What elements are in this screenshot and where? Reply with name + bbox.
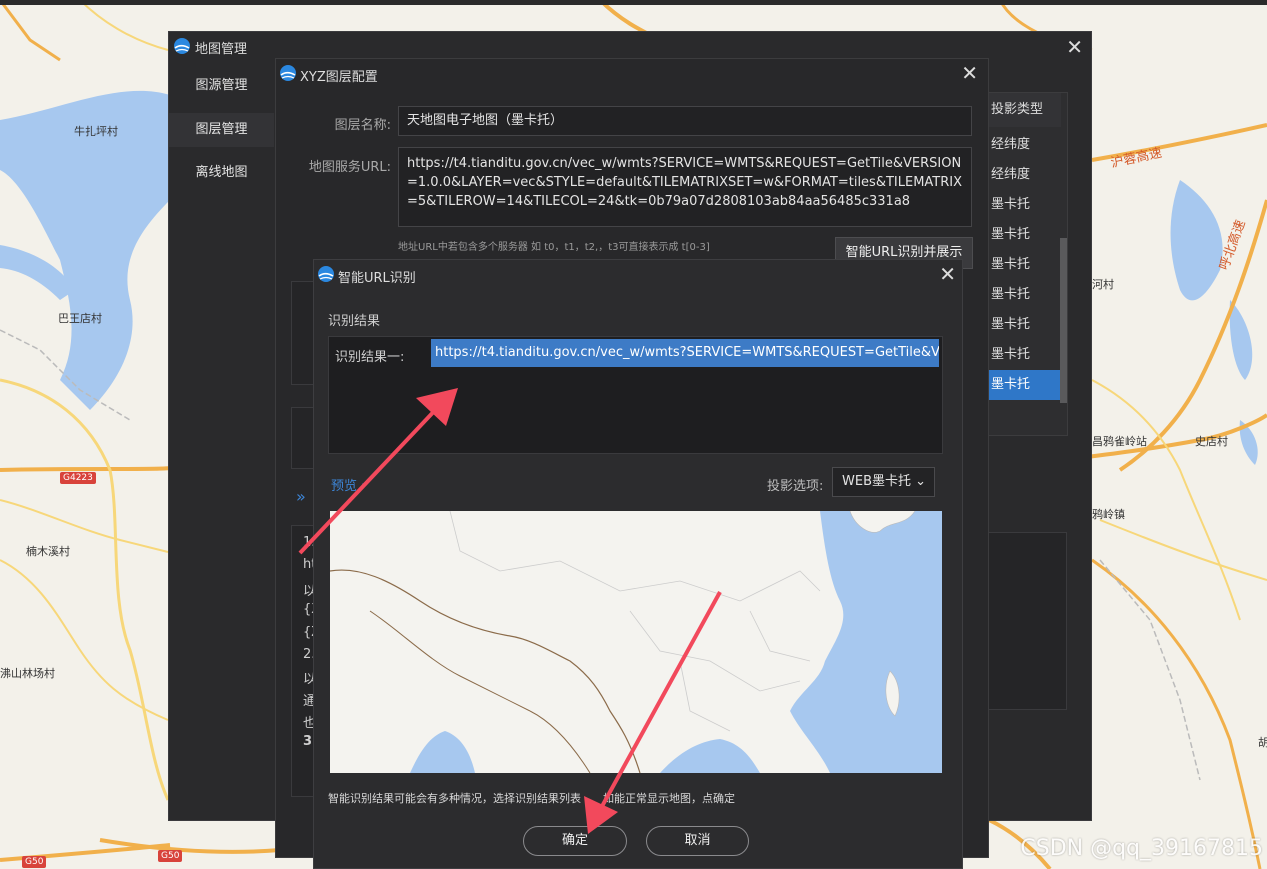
app-logo-icon bbox=[174, 38, 190, 54]
chevron-down-icon: ⌄ bbox=[915, 474, 926, 489]
grid-header-projection: 投影类型 bbox=[989, 93, 1061, 127]
sidebar-item-source[interactable]: 图源管理 bbox=[169, 69, 274, 103]
map-place-label: 牛扎坪村 bbox=[74, 125, 118, 138]
grid-cell[interactable]: 经纬度 bbox=[989, 160, 1061, 190]
map-manager-titlebar: 地图管理 ✕ bbox=[169, 32, 1091, 60]
layer-grid-projection-column: 投影类型 经纬度 经纬度 墨卡托 墨卡托 墨卡托 墨卡托 墨卡托 墨卡托 墨卡托 bbox=[988, 92, 1068, 436]
expand-icon[interactable]: » bbox=[296, 487, 306, 506]
watermark: CSDN @qq_39167815 bbox=[1020, 836, 1263, 861]
cancel-button[interactable]: 取消 bbox=[646, 826, 749, 856]
preview-map[interactable] bbox=[330, 511, 942, 773]
map-place-label: 楠木溪村 bbox=[26, 545, 70, 558]
highway-shield: G50 bbox=[158, 850, 183, 862]
preview-map-graphic bbox=[330, 511, 942, 773]
url-hint: 地址URL中若包含多个服务器 如 t0，t1，t2,，t3可直接表示成 t[0-… bbox=[398, 242, 710, 253]
dialog-note: 智能识别结果可能会有多种情况，选择识别结果列表 如能正常显示地图，点确定 bbox=[328, 792, 735, 805]
preview-label: 预览 bbox=[331, 479, 358, 494]
projection-select[interactable]: WEB墨卡托 ⌄ bbox=[832, 467, 935, 497]
grid-cell[interactable]: 墨卡托 bbox=[989, 220, 1061, 250]
close-icon[interactable]: ✕ bbox=[1066, 35, 1083, 59]
service-url-label: 地图服务URL: bbox=[308, 160, 391, 175]
projection-value: WEB墨卡托 bbox=[842, 474, 911, 489]
layer-name-label: 图层名称: bbox=[334, 118, 391, 133]
grid-cell[interactable]: 经纬度 bbox=[989, 130, 1061, 160]
xyz-titlebar: XYZ图层配置 ✕ bbox=[276, 59, 988, 87]
highway-shield: G50 bbox=[22, 856, 47, 868]
section-title: 识别结果 bbox=[328, 314, 381, 329]
ok-button[interactable]: 确定 bbox=[523, 826, 627, 856]
grid-scrollbar[interactable] bbox=[1060, 238, 1067, 403]
top-bar bbox=[0, 0, 1267, 5]
window-title: XYZ图层配置 bbox=[300, 70, 378, 85]
map-place-label: 巴王店村 bbox=[58, 312, 102, 325]
map-place-label: 昌鸦雀岭站 bbox=[1092, 435, 1147, 448]
result-url-item[interactable]: https://t4.tianditu.gov.cn/vec_w/wmts?SE… bbox=[431, 339, 939, 367]
close-icon[interactable]: ✕ bbox=[961, 61, 978, 85]
sidebar-item-layer[interactable]: 图层管理 bbox=[169, 113, 274, 147]
grid-cell[interactable]: 墨卡托 bbox=[989, 340, 1061, 370]
preview-link[interactable]: 预览 › bbox=[331, 475, 366, 494]
app-logo-icon bbox=[318, 266, 334, 282]
result-label: 识别结果一: bbox=[335, 350, 405, 365]
grid-cell[interactable]: 墨卡托 bbox=[989, 280, 1061, 310]
sidebar-item-offline[interactable]: 离线地图 bbox=[169, 156, 274, 190]
app-logo-icon bbox=[280, 65, 296, 81]
service-url-textarea[interactable]: https://t4.tianditu.gov.cn/vec_w/wmts?SE… bbox=[398, 147, 972, 227]
right-panel bbox=[987, 532, 1067, 710]
grid-cell-selected[interactable]: 墨卡托 bbox=[989, 370, 1061, 400]
result-list: 识别结果一: https://t4.tianditu.gov.cn/vec_w/… bbox=[328, 336, 943, 454]
map-place-label: 河村 bbox=[1092, 278, 1114, 291]
map-place-label: 沸山林场村 bbox=[0, 667, 55, 680]
grid-cell[interactable]: 墨卡托 bbox=[989, 250, 1061, 280]
window-title: 智能URL识别 bbox=[338, 271, 416, 286]
map-place-label: 胡 bbox=[1258, 736, 1267, 749]
projection-label: 投影选项: bbox=[767, 479, 824, 494]
grid-cell[interactable]: 墨卡托 bbox=[989, 310, 1061, 340]
map-place-label: 鸦岭镇 bbox=[1092, 508, 1125, 521]
close-icon[interactable]: ✕ bbox=[939, 262, 956, 286]
smart-url-dialog: 智能URL识别 ✕ 识别结果 识别结果一: https://t4.tiandit… bbox=[313, 259, 963, 869]
window-title: 地图管理 bbox=[195, 42, 248, 57]
smart-url-titlebar: 智能URL识别 ✕ bbox=[314, 260, 962, 288]
highway-shield: G4223 bbox=[60, 472, 96, 484]
chevron-right-icon: › bbox=[361, 479, 367, 494]
layer-name-input[interactable]: 天地图电子地图（墨卡托） bbox=[398, 106, 972, 136]
map-place-label: 史店村 bbox=[1195, 435, 1228, 448]
grid-cell[interactable]: 墨卡托 bbox=[989, 190, 1061, 220]
